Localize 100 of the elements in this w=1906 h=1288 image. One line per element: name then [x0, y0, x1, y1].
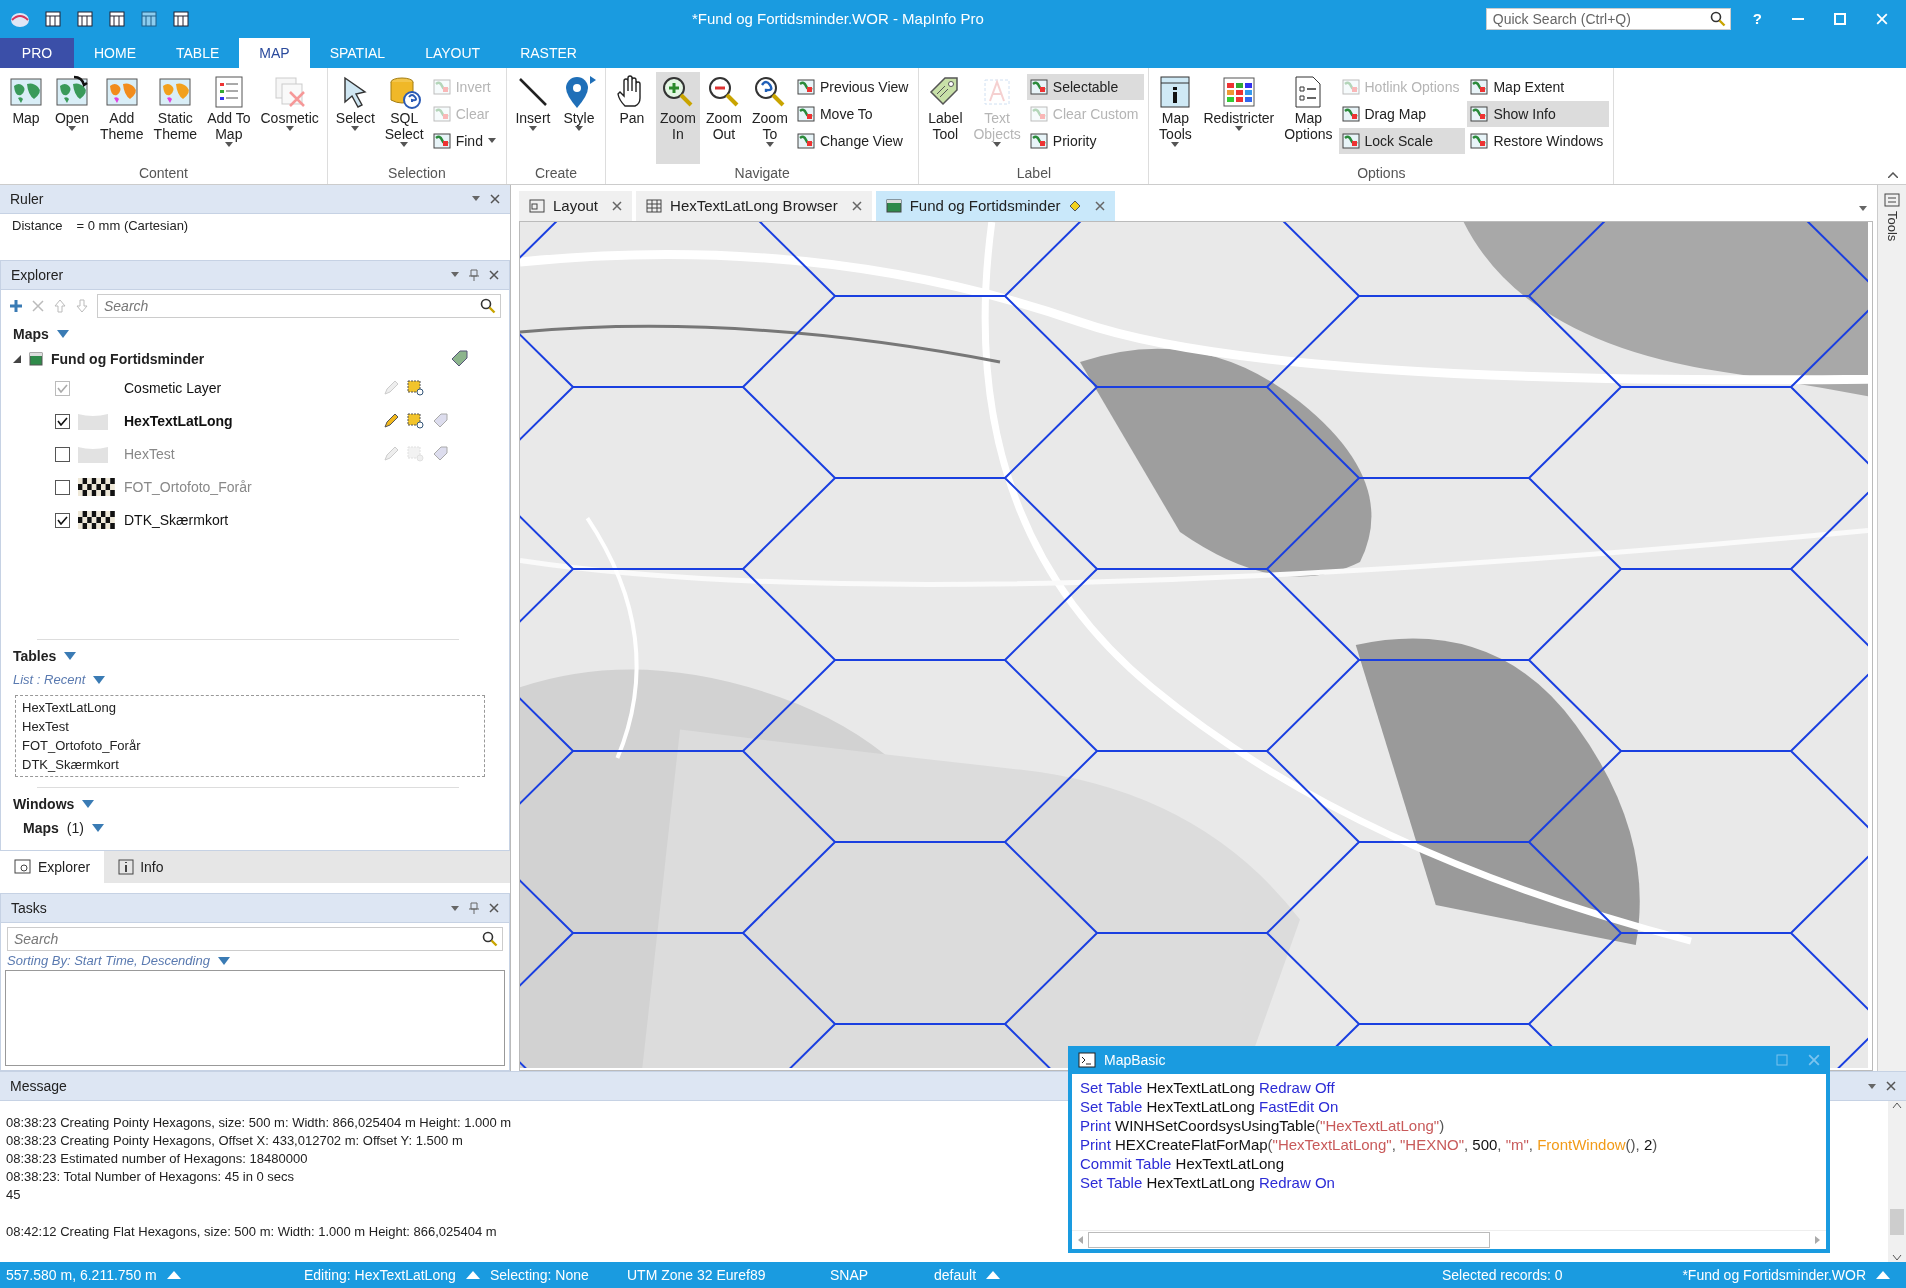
ribbon-button[interactable]: Zoom Out — [701, 71, 746, 164]
scrollbar[interactable] — [1888, 1101, 1906, 1263]
add-icon[interactable] — [9, 298, 23, 313]
table-item[interactable]: FOT_Ortofoto_Forår — [22, 738, 478, 754]
list-mode-label[interactable]: List : Recent — [13, 672, 86, 688]
menu-arrow-icon[interactable] — [166, 1271, 181, 1279]
ribbon-button[interactable]: Restore Windows — [1467, 127, 1610, 154]
scrollbar[interactable] — [1072, 1230, 1826, 1249]
side-panel-tab[interactable]: Tools — [1884, 210, 1900, 242]
collapse-ribbon-icon[interactable] — [1888, 171, 1898, 178]
table-icon[interactable] — [646, 198, 663, 213]
sort-label[interactable]: Sorting By: Start Time, Descending — [7, 953, 210, 969]
ribbon-button[interactable]: Label Tool — [923, 71, 968, 164]
ribbon-button[interactable]: Map — [4, 71, 48, 164]
toolbar-icon[interactable] — [44, 9, 62, 28]
scroll-right-icon[interactable] — [1814, 1235, 1822, 1245]
ribbon-button[interactable]: Show Info — [1467, 100, 1610, 127]
map-name[interactable]: Fund og Fortidsminder — [51, 350, 443, 367]
ribbon-button[interactable]: Add To Map — [203, 71, 255, 164]
ribbon-button[interactable]: Add Theme — [96, 71, 148, 164]
scroll-thumb[interactable] — [1088, 1232, 1490, 1248]
pin-icon[interactable] — [469, 268, 479, 281]
ribbon-button[interactable]: Change View — [793, 127, 915, 154]
ribbon-button[interactable]: Previous View — [793, 73, 915, 100]
menu-arrow-icon[interactable] — [986, 1271, 1001, 1279]
visibility-checkbox[interactable] — [55, 413, 70, 429]
search-icon[interactable] — [1709, 10, 1726, 27]
caret-icon[interactable] — [91, 824, 104, 833]
ribbon-button[interactable]: Selectable — [1026, 73, 1145, 100]
ribbon-button[interactable]: Pan — [609, 71, 654, 164]
layer-name[interactable]: HexTextLatLong — [124, 413, 375, 430]
pin-icon[interactable] — [469, 902, 479, 915]
ribbon-button[interactable]: Move To — [793, 100, 915, 127]
layer-name[interactable]: DTK_Skærmkort — [124, 512, 375, 529]
label-tag-icon[interactable] — [451, 349, 469, 368]
close-icon[interactable] — [1886, 1081, 1896, 1092]
explorer-icon[interactable] — [14, 859, 32, 876]
table-item[interactable]: DTK_Skærmkort — [22, 757, 478, 773]
ribbon-button[interactable]: Drag Map — [1338, 100, 1466, 127]
table-item[interactable]: HexTest — [22, 719, 478, 735]
caret-icon[interactable] — [93, 675, 106, 684]
ribbon-button[interactable]: Cosmetic — [256, 71, 323, 164]
ribbon-button[interactable]: Find — [429, 127, 502, 154]
backstage-tab[interactable]: PRO — [0, 37, 74, 68]
visibility-checkbox[interactable] — [55, 446, 70, 462]
caret-icon[interactable] — [217, 956, 230, 965]
search-box[interactable]: Search — [7, 927, 503, 952]
close-icon[interactable] — [490, 193, 500, 204]
ribbon-button[interactable]: Priority — [1026, 127, 1145, 154]
close-icon[interactable] — [1094, 200, 1105, 211]
ribbon-button[interactable]: Style — [556, 71, 601, 164]
scroll-up-icon[interactable] — [1892, 1101, 1902, 1110]
layer-name[interactable]: FOT_Ortofoto_Forår — [124, 479, 375, 496]
ribbon-button[interactable]: Insert — [510, 71, 555, 164]
ribbon-button[interactable]: Zoom To — [747, 71, 792, 164]
ribbon-button[interactable]: Map Options — [1280, 71, 1337, 164]
search-icon[interactable] — [482, 931, 498, 948]
search-icon[interactable] — [480, 297, 496, 314]
map-window-icon[interactable] — [885, 198, 902, 213]
caret-icon[interactable] — [64, 652, 77, 661]
layer-name[interactable]: HexTest — [124, 446, 375, 463]
toolbar-icon[interactable] — [172, 9, 190, 28]
document-tab[interactable]: Layout — [519, 190, 633, 221]
caret-icon[interactable] — [82, 800, 95, 809]
toolbar-icon[interactable] — [108, 9, 126, 28]
ribbon-button[interactable]: Map Extent — [1467, 73, 1610, 100]
ribbon-button[interactable]: Zoom In — [655, 71, 700, 164]
scroll-down-icon[interactable] — [1892, 1254, 1902, 1263]
layout-icon[interactable] — [529, 198, 545, 213]
ribbon-button[interactable]: Lock Scale — [1338, 127, 1466, 154]
menu-arrow-icon[interactable] — [1876, 1271, 1890, 1279]
expand-triangle-icon[interactable] — [13, 354, 21, 363]
toolbar-icon[interactable] — [76, 9, 94, 28]
close-icon[interactable] — [612, 200, 623, 211]
caret-icon[interactable] — [56, 329, 69, 338]
panel-tab[interactable]: Info — [104, 851, 178, 884]
scroll-left-icon[interactable] — [1076, 1235, 1084, 1245]
ribbon-button[interactable]: Map Tools — [1153, 71, 1198, 164]
scroll-thumb[interactable] — [1890, 1208, 1904, 1235]
menu-arrow-icon[interactable] — [465, 1271, 480, 1279]
quick-search-box[interactable]: Quick Search (Ctrl+Q) — [1485, 7, 1731, 30]
document-tab[interactable]: Fund og Fortidsminder — [875, 190, 1115, 221]
ribbon-button[interactable]: Open — [50, 71, 94, 164]
visibility-checkbox[interactable] — [55, 479, 70, 495]
ribbon-tab[interactable]: MAP — [239, 37, 310, 68]
visibility-checkbox[interactable] — [55, 512, 70, 528]
close-icon[interactable] — [851, 200, 862, 211]
pencil-icon[interactable] — [383, 413, 399, 430]
panel-tab[interactable]: Explorer — [0, 851, 105, 884]
document-tab[interactable]: HexTextLatLong Browser — [636, 190, 872, 221]
ribbon-button[interactable]: Static Theme — [149, 71, 202, 164]
ribbon-button[interactable]: SQL Select — [380, 71, 428, 164]
table-item[interactable]: HexTextLatLong — [22, 700, 478, 716]
ribbon-button[interactable]: Redistricter — [1199, 71, 1279, 164]
ribbon-button[interactable]: Select — [331, 71, 379, 164]
info-icon[interactable] — [118, 859, 135, 876]
close-icon[interactable] — [489, 903, 499, 914]
tools-icon[interactable] — [1884, 192, 1900, 207]
selection-icon[interactable] — [407, 413, 425, 430]
search-box[interactable]: Search — [97, 293, 501, 318]
